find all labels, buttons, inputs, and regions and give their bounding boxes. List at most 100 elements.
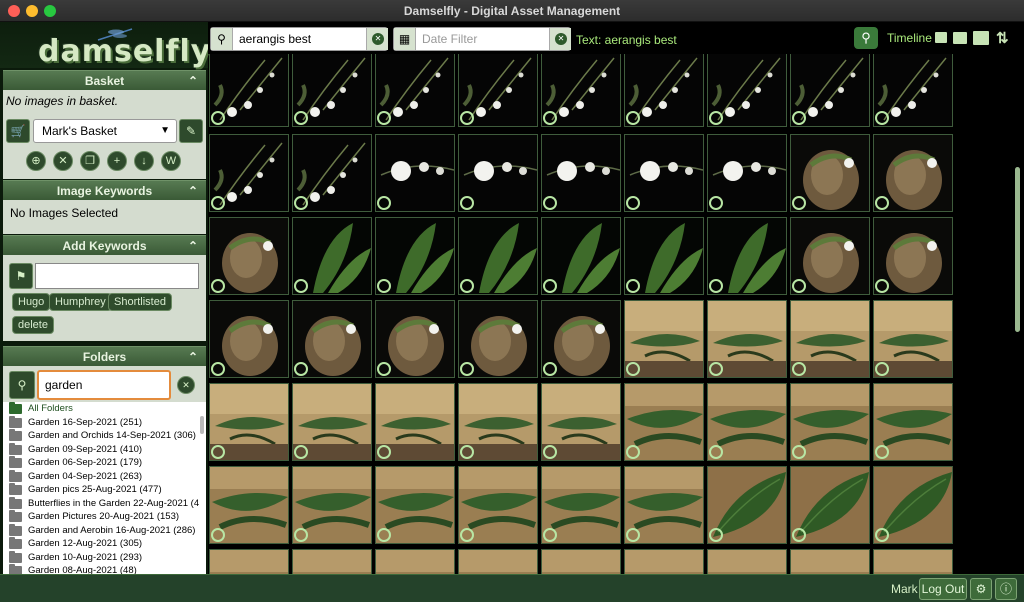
image-thumbnail[interactable]: [790, 54, 870, 127]
select-image-checkbox[interactable]: [377, 362, 391, 376]
select-image-checkbox[interactable]: [709, 196, 723, 210]
folders-panel-header[interactable]: Folders ⌃: [3, 346, 206, 366]
folder-item[interactable]: Garden and Orchids 14-Sep-2021 (306): [3, 429, 206, 443]
keyword-input[interactable]: [35, 263, 199, 289]
select-image-checkbox[interactable]: [294, 445, 308, 459]
image-thumbnail[interactable]: [292, 466, 372, 544]
select-image-checkbox[interactable]: [211, 445, 225, 459]
image-thumbnail[interactable]: [209, 300, 289, 378]
select-image-checkbox[interactable]: [626, 445, 640, 459]
image-thumbnail[interactable]: [707, 54, 787, 127]
basket-select[interactable]: Mark's Basket ▼: [33, 119, 177, 143]
image-thumbnail[interactable]: [707, 549, 787, 574]
image-thumbnail[interactable]: [541, 54, 621, 127]
select-image-checkbox[interactable]: [460, 362, 474, 376]
timeline-link[interactable]: Timeline: [887, 31, 932, 45]
image-keywords-panel-header[interactable]: Image Keywords ⌃: [3, 180, 206, 200]
image-thumbnail[interactable]: [209, 54, 289, 127]
search-button[interactable]: ⚲: [854, 27, 878, 49]
select-image-checkbox[interactable]: [875, 445, 889, 459]
image-thumbnail[interactable]: [375, 466, 455, 544]
chevron-up-icon[interactable]: ⌃: [188, 71, 198, 91]
basket-copy-button[interactable]: ❐: [80, 151, 100, 171]
image-thumbnail[interactable]: [790, 134, 870, 212]
image-thumbnail[interactable]: [873, 134, 953, 212]
select-image-checkbox[interactable]: [543, 362, 557, 376]
select-image-checkbox[interactable]: [294, 111, 308, 125]
sort-icon[interactable]: ⇅: [996, 29, 1009, 47]
select-image-checkbox[interactable]: [211, 528, 225, 542]
image-thumbnail[interactable]: [707, 134, 787, 212]
select-image-checkbox[interactable]: [377, 279, 391, 293]
select-image-checkbox[interactable]: [377, 528, 391, 542]
basket-select-all-button[interactable]: ⊕: [26, 151, 46, 171]
clear-folder-search-button[interactable]: ✕: [177, 376, 195, 394]
image-thumbnail[interactable]: [458, 466, 538, 544]
logout-button[interactable]: Log Out: [919, 578, 967, 600]
folder-item[interactable]: Butterflies in the Garden 22-Aug-2021 (4: [3, 496, 206, 511]
folder-item[interactable]: Garden Pictures 20-Aug-2021 (153): [3, 510, 206, 524]
image-thumbnail[interactable]: [209, 383, 289, 461]
image-thumbnail[interactable]: [375, 383, 455, 461]
folder-list-scrollbar[interactable]: [200, 416, 204, 434]
select-image-checkbox[interactable]: [460, 445, 474, 459]
select-image-checkbox[interactable]: [875, 196, 889, 210]
gears-icon[interactable]: ⚙: [970, 578, 992, 600]
image-thumbnail[interactable]: [209, 549, 289, 574]
folder-item[interactable]: Garden 06-Sep-2021 (179): [3, 456, 206, 470]
image-thumbnail[interactable]: [624, 466, 704, 544]
keyword-chip[interactable]: Hugo: [12, 293, 51, 311]
image-thumbnail[interactable]: [873, 300, 953, 378]
select-image-checkbox[interactable]: [709, 445, 723, 459]
select-image-checkbox[interactable]: [377, 196, 391, 210]
folder-item[interactable]: Garden and Aerobin 16-Aug-2021 (286): [3, 523, 206, 538]
image-thumbnail[interactable]: [458, 549, 538, 574]
image-thumbnail[interactable]: [458, 383, 538, 461]
image-thumbnail[interactable]: [209, 217, 289, 295]
select-image-checkbox[interactable]: [294, 528, 308, 542]
folder-item[interactable]: Garden 10-Aug-2021 (293): [3, 550, 206, 565]
select-image-checkbox[interactable]: [543, 196, 557, 210]
wordpress-upload-button[interactable]: W: [161, 151, 181, 171]
image-thumbnail[interactable]: [790, 217, 870, 295]
image-thumbnail[interactable]: [375, 549, 455, 574]
select-image-checkbox[interactable]: [626, 362, 640, 376]
folder-item[interactable]: Garden 04-Sep-2021 (263): [3, 469, 206, 484]
image-thumbnail[interactable]: [873, 466, 953, 544]
select-image-checkbox[interactable]: [626, 528, 640, 542]
medium-thumbnails-icon[interactable]: [953, 32, 967, 44]
select-image-checkbox[interactable]: [211, 279, 225, 293]
chevron-up-icon[interactable]: ⌃: [188, 181, 198, 201]
image-thumbnail[interactable]: [292, 134, 372, 212]
image-thumbnail[interactable]: [541, 466, 621, 544]
select-image-checkbox[interactable]: [460, 279, 474, 293]
image-thumbnail[interactable]: [790, 466, 870, 544]
select-image-checkbox[interactable]: [460, 528, 474, 542]
small-thumbnails-icon[interactable]: [935, 32, 947, 43]
select-image-checkbox[interactable]: [709, 111, 723, 125]
select-image-checkbox[interactable]: [377, 111, 391, 125]
folder-item[interactable]: Garden 12-Aug-2021 (305): [3, 537, 206, 551]
folder-item[interactable]: Garden pics 25-Aug-2021 (477): [3, 483, 206, 497]
select-image-checkbox[interactable]: [875, 362, 889, 376]
image-thumbnail[interactable]: [873, 217, 953, 295]
image-thumbnail[interactable]: [209, 466, 289, 544]
select-image-checkbox[interactable]: [211, 196, 225, 210]
basket-clear-button[interactable]: ✕: [53, 151, 73, 171]
image-thumbnail[interactable]: [873, 383, 953, 461]
image-thumbnail[interactable]: [292, 300, 372, 378]
basket-panel-header[interactable]: Basket ⌃: [3, 70, 206, 90]
clear-date-filter-button[interactable]: ✕: [549, 28, 571, 50]
clear-text-search-button[interactable]: ✕: [366, 28, 388, 50]
image-thumbnail[interactable]: [458, 54, 538, 127]
select-image-checkbox[interactable]: [792, 196, 806, 210]
large-thumbnails-icon[interactable]: [973, 31, 989, 45]
image-thumbnail[interactable]: [375, 134, 455, 212]
info-icon[interactable]: ⓘ: [995, 578, 1017, 600]
edit-basket-button[interactable]: ✎: [179, 119, 203, 143]
image-thumbnail[interactable]: [624, 217, 704, 295]
select-image-checkbox[interactable]: [294, 362, 308, 376]
select-image-checkbox[interactable]: [875, 111, 889, 125]
keyword-chip[interactable]: Shortlisted: [108, 293, 172, 311]
select-image-checkbox[interactable]: [543, 528, 557, 542]
